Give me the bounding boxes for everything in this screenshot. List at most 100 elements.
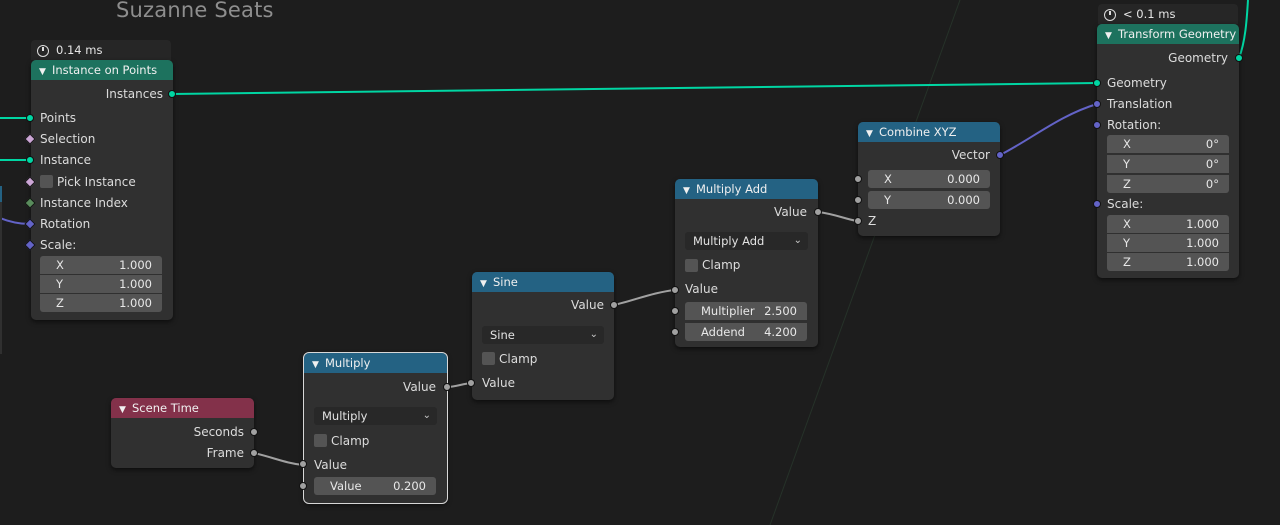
socket-multiply-value-out[interactable] (443, 383, 451, 391)
socket-multiplier-in[interactable] (671, 307, 679, 315)
node-header[interactable]: ▼ Combine XYZ (858, 122, 1000, 142)
input-rotation: Rotation: (1107, 118, 1162, 132)
socket-instances-out[interactable] (168, 90, 176, 98)
socket-sine-value-out[interactable] (610, 301, 618, 309)
node-title: Instance on Points (52, 63, 158, 77)
offscreen-node-edge (0, 186, 2, 354)
field-value: 2.500 (764, 304, 797, 318)
socket-vector-out[interactable] (996, 151, 1004, 159)
field-label: Value (330, 479, 362, 493)
scale-z-field[interactable]: Z 1.000 (1107, 253, 1229, 271)
node-title: Multiply Add (696, 182, 768, 196)
node-header[interactable]: ▼ Multiply (304, 353, 447, 373)
node-title: Transform Geometry (1118, 27, 1237, 41)
socket-frame-out[interactable] (250, 449, 258, 457)
combine-xyz-node[interactable]: ▼ Combine XYZ Vector X 0.000 Y 0.000 Z (858, 122, 1000, 236)
field-label: Z (1123, 255, 1131, 269)
input-z: Z (868, 214, 877, 228)
multiply-node[interactable]: ▼ Multiply Value Multiply ⌄ Clamp Value Va… (303, 352, 448, 504)
input-value: Value (314, 458, 347, 472)
socket-addend-in[interactable] (671, 328, 679, 336)
input-pick-instance: Pick Instance (57, 175, 136, 189)
instance-on-points-node[interactable]: ▼ Instance on Points Instances Points Sel… (31, 60, 173, 320)
node-header[interactable]: ▼ Scene Time (111, 398, 254, 418)
field-value: 0° (1205, 157, 1219, 171)
scale-z-field[interactable]: Z 1.000 (40, 294, 162, 312)
dropdown-value: Multiply (322, 409, 368, 423)
clamp-label: Clamp (331, 434, 370, 448)
socket-multiply-value2-in[interactable] (299, 482, 307, 490)
node-header[interactable]: ▼ Instance on Points (31, 60, 173, 80)
operation-dropdown[interactable]: Multiply ⌄ (314, 407, 437, 425)
socket-geometry-out[interactable] (1235, 54, 1243, 62)
node-header[interactable]: ▼ Transform Geometry (1097, 24, 1239, 44)
field-label: Y (1123, 157, 1131, 171)
node-title: Combine XYZ (879, 125, 957, 139)
socket-multiply-value-in[interactable] (299, 460, 307, 468)
dropdown-value: Sine (490, 328, 515, 342)
rotation-x-field[interactable]: X 0° (1107, 135, 1229, 153)
socket-multiply-add-value-in[interactable] (671, 286, 679, 294)
input-instance: Instance (40, 153, 92, 167)
chevron-down-icon[interactable]: ▼ (866, 124, 876, 144)
node-header[interactable]: ▼ Multiply Add (675, 179, 818, 199)
operation-dropdown[interactable]: Sine ⌄ (482, 326, 604, 344)
node-title: Multiply (325, 356, 371, 370)
socket-sine-value-in[interactable] (467, 379, 475, 387)
scale-x-field[interactable]: X 1.000 (1107, 215, 1229, 233)
field-label: X (1123, 217, 1131, 231)
link-vector-to-translation (999, 103, 1098, 156)
rotation-z-field[interactable]: Z 0° (1107, 175, 1229, 193)
chevron-down-icon[interactable]: ▼ (119, 400, 129, 420)
clamp-checkbox[interactable] (685, 259, 698, 272)
chevron-down-icon[interactable]: ▼ (1105, 26, 1115, 46)
node-header[interactable]: ▼ Sine (472, 272, 614, 292)
clamp-checkbox[interactable] (314, 434, 327, 447)
field-label: X (56, 258, 64, 272)
y-field[interactable]: Y 0.000 (868, 191, 990, 209)
socket-scale-in[interactable] (1093, 200, 1101, 208)
sine-node[interactable]: ▼ Sine Value Sine ⌄ Clamp Value (472, 272, 614, 400)
field-value: 1.000 (1186, 236, 1219, 250)
scale-y-field[interactable]: Y 1.000 (1107, 234, 1229, 252)
field-label: Multiplier (701, 304, 755, 318)
socket-instance-in[interactable] (26, 156, 34, 164)
chevron-down-icon[interactable]: ▼ (39, 62, 49, 82)
rotation-y-field[interactable]: Y 0° (1107, 155, 1229, 173)
chevron-down-icon[interactable]: ▼ (683, 181, 693, 201)
field-value: 0° (1205, 137, 1219, 151)
multiply-add-node[interactable]: ▼ Multiply Add Value Multiply Add ⌄ Clamp … (675, 179, 818, 347)
chevron-down-icon[interactable]: ▼ (480, 274, 490, 294)
scene-time-node[interactable]: ▼ Scene Time Seconds Frame (111, 398, 254, 468)
field-value: 0.200 (393, 479, 426, 493)
scale-x-field[interactable]: X 1.000 (40, 256, 162, 274)
x-field[interactable]: X 0.000 (868, 170, 990, 188)
field-label: Z (1123, 177, 1131, 191)
chevron-down-icon: ⌄ (589, 329, 598, 340)
transform-geometry-node[interactable]: ▼ Transform Geometry Geometry Geometry Tr… (1097, 24, 1239, 278)
socket-seconds-out[interactable] (250, 428, 258, 436)
addend-field[interactable]: Addend 4.200 (685, 323, 807, 341)
pick-instance-checkbox[interactable] (40, 175, 53, 188)
socket-rotation-in[interactable] (1093, 121, 1101, 129)
link-frame-to-multiply (253, 452, 304, 466)
chevron-down-icon: ⌄ (793, 235, 802, 246)
socket-translation-in[interactable] (1093, 100, 1101, 108)
scale-y-field[interactable]: Y 1.000 (40, 275, 162, 293)
input-geometry: Geometry (1107, 76, 1167, 90)
value-field[interactable]: Value 0.200 (314, 477, 436, 495)
output-geometry: Geometry (1168, 51, 1228, 65)
link-geometry-out-top (1238, 0, 1249, 59)
socket-x-in[interactable] (854, 175, 862, 183)
input-selection: Selection (40, 132, 96, 146)
socket-geometry-in[interactable] (1093, 79, 1101, 87)
socket-y-in[interactable] (854, 196, 862, 204)
socket-points-in[interactable] (26, 114, 34, 122)
chevron-down-icon[interactable]: ▼ (312, 355, 322, 375)
socket-z-in[interactable] (854, 217, 862, 225)
multiplier-field[interactable]: Multiplier 2.500 (685, 302, 807, 320)
operation-dropdown[interactable]: Multiply Add ⌄ (685, 232, 808, 250)
transform-geometry-timing: < 0.1 ms (1098, 4, 1238, 24)
socket-multiply-add-value-out[interactable] (814, 208, 822, 216)
clamp-checkbox[interactable] (482, 352, 495, 365)
